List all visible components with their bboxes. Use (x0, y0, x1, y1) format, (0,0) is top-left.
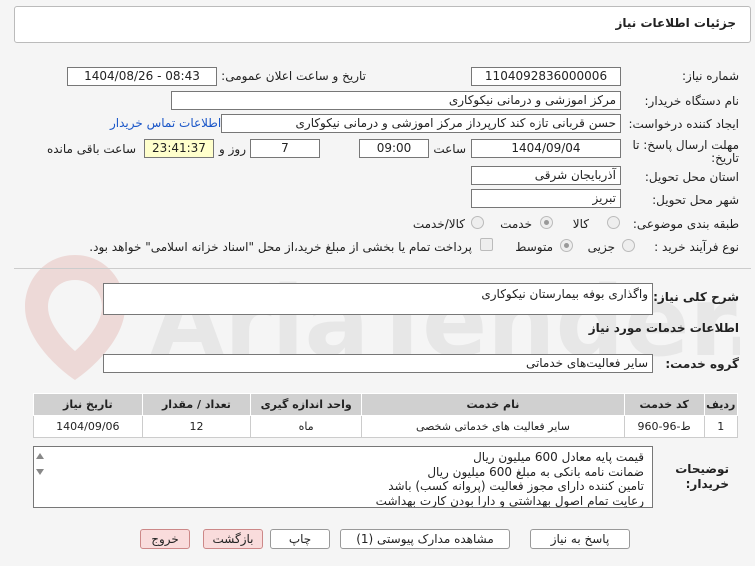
table-header-row: ردیف کد خدمت نام خدمت واحد اندازه گیری ت… (33, 393, 739, 416)
buyer-notes-field[interactable]: قیمت پایه معادل 600 میلیون ریال ضمانت نا… (33, 446, 653, 508)
process-medium-radio[interactable] (560, 239, 573, 252)
col-unit: واحد اندازه گیری (250, 393, 363, 416)
notes-line: تامین کننده دارای مجوز فعالیت (پروانه کس… (388, 479, 644, 493)
deadline-label: مهلت ارسال پاسخ: تا (632, 138, 739, 152)
province-field[interactable]: آذربایجان شرقی (471, 166, 621, 185)
notes-line: قیمت پایه معادل 600 میلیون ریال (473, 450, 644, 464)
col-name: نام خدمت (361, 393, 625, 416)
exit-button[interactable]: خروج (140, 529, 190, 549)
buyer-field[interactable]: مرکز اموزشی و درمانی نیکوکاری (171, 91, 621, 110)
summary-label: شرح کلی نیاز: (653, 290, 739, 304)
process-minor-label: جزیی (587, 240, 615, 254)
services-heading: اطلاعات خدمات مورد نیاز (588, 321, 739, 335)
cell-unit: ماه (250, 415, 363, 438)
treasury-checkbox[interactable] (480, 238, 493, 251)
category-goods-service-radio[interactable] (471, 216, 484, 229)
deadline-time-label: ساعت (433, 142, 466, 156)
notes-label: توضیحات (675, 462, 729, 476)
scroll-up-icon (36, 453, 44, 459)
col-qty: تعداد / مقدار (141, 393, 252, 416)
services-table: ردیف کد خدمت نام خدمت واحد اندازه گیری ت… (33, 393, 739, 438)
col-code: کد خدمت (623, 393, 705, 416)
cell-name: سایر فعالیت های خدماتی شخصی (361, 415, 625, 438)
process-label: نوع فرآیند خرید : (654, 240, 739, 254)
category-service-radio[interactable] (540, 216, 553, 229)
notes-label-buyer: خریدار: (685, 477, 729, 491)
col-row: ردیف (703, 393, 739, 416)
city-label: شهر محل تحویل: (652, 193, 739, 207)
back-button[interactable]: بازگشت (203, 529, 263, 549)
category-goods-service-label: کالا/خدمت (412, 217, 465, 231)
creator-field[interactable]: حسن قربانی تازه کند کارپرداز مرکز اموزشی… (221, 114, 621, 133)
process-minor-radio[interactable] (622, 239, 635, 252)
category-goods-radio[interactable] (607, 216, 620, 229)
print-button[interactable]: چاپ (270, 529, 330, 549)
attachments-button[interactable]: مشاهده مدارک پیوستی (1) (340, 529, 510, 549)
need-number-label: شماره نیاز: (682, 69, 739, 83)
buyer-contact-link[interactable]: اطلاعات تماس خریدار (110, 116, 221, 130)
notes-line: ضمانت نامه بانکی به مبلغ 600 میلیون ریال (427, 464, 644, 479)
service-group-field[interactable]: سایر فعالیت‌های خدماتی (103, 354, 653, 373)
buyer-label: نام دستگاه خریدار: (644, 94, 740, 108)
cell-date: 1404/09/06 (33, 415, 143, 438)
deadline-label-date: تاریخ: (711, 151, 739, 165)
deadline-time-field[interactable]: 09:00 (359, 139, 429, 158)
city-field[interactable]: تبریز (471, 189, 621, 208)
notes-line: رعایت تمام اصول بهداشتی و دارا بودن کارت… (375, 493, 644, 508)
creator-label: ایجاد کننده درخواست: (628, 117, 739, 131)
need-number-field[interactable]: 1104092836000006 (471, 67, 621, 86)
deadline-date-field[interactable]: 1404/09/04 (471, 139, 621, 158)
category-label: طبقه بندی موضوعی: (632, 217, 739, 231)
treasury-note: پرداخت تمام یا بخشی از مبلغ خرید،از محل … (89, 240, 472, 254)
service-group-label: گروه خدمت: (665, 357, 739, 371)
remaining-label: ساعت باقی مانده (46, 142, 136, 156)
category-service-label: خدمت (500, 217, 532, 231)
table-row[interactable]: 1 ط-96-960 سایر فعالیت های خدماتی شخصی م… (33, 415, 739, 438)
cell-row: 1 (703, 415, 739, 438)
reply-button[interactable]: پاسخ به نیاز (530, 529, 630, 549)
days-field[interactable]: 7 (250, 139, 320, 158)
page-title: جزئیات اطلاعات نیاز (615, 16, 736, 30)
cell-code: ط-96-960 (623, 415, 705, 438)
province-label: استان محل تحویل: (644, 170, 739, 184)
divider (14, 268, 751, 269)
remaining-time-field: 23:41:37 (144, 139, 214, 158)
summary-field[interactable]: واگذاری بوفه بیمارستان نیکوکاری (103, 283, 653, 315)
scroll-down-icon (36, 469, 44, 475)
announce-label: تاریخ و ساعت اعلان عمومی: (221, 69, 366, 83)
notes-scrollbar[interactable] (33, 447, 47, 507)
header-panel: جزئیات اطلاعات نیاز (14, 6, 751, 43)
cell-qty: 12 (141, 415, 252, 438)
days-label: روز و (219, 142, 246, 156)
announce-date-field[interactable]: 1404/08/26 - 08:43 (67, 67, 217, 86)
category-goods-label: کالا (572, 217, 589, 231)
col-date: تاریخ نیاز (33, 393, 143, 416)
process-medium-label: متوسط (515, 240, 553, 254)
